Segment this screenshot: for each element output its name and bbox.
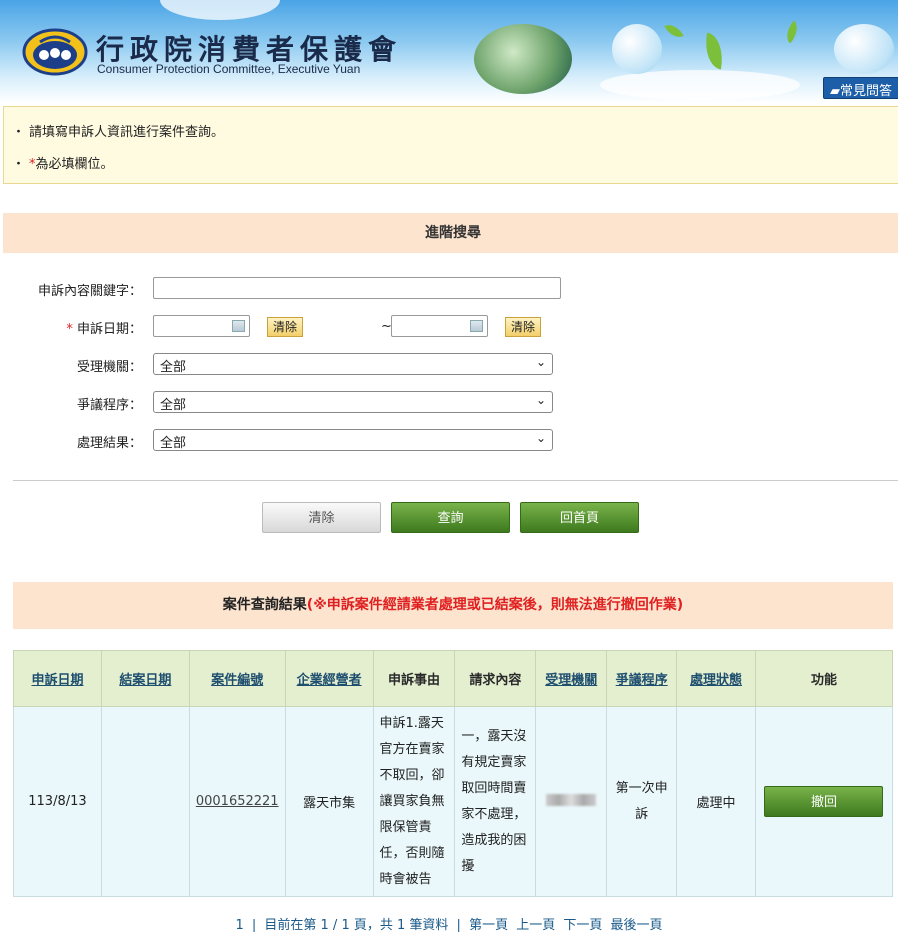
result-filter-label: 處理結果： [76,436,142,451]
clear-date-to-button[interactable]: 清除 [505,317,542,337]
pagination: 1 | 目前在第 1 / 1 頁，共 1 筆資料 | 第一頁 上一頁 下一頁 最… [0,914,898,932]
result-filter-select[interactable]: 全部 ⌄ [153,429,553,451]
bubble-illustration [834,24,894,74]
calendar-icon[interactable] [232,320,245,332]
notice-text: 為必填欄位。 [35,157,114,172]
calendar-icon[interactable] [470,320,483,332]
table-row: 113/8/13 0001652221 露天市集 申訴1.露天官方在賣家不取回，… [13,706,894,897]
col-reason: 申訴事由 [372,650,456,707]
pager-info: 目前在第 1 / 1 頁，共 1 筆資料 [264,918,449,932]
results-title: 案件查詢結果 [222,597,307,613]
cell-reason: 申訴1.露天官方在賣家不取回，卻讓買家負無限保管責任，否則隨時會被告 [372,706,456,897]
agency-selected: 全部 [160,360,187,375]
col-business[interactable]: 企業經營者 [284,650,374,707]
leaf-decoration [780,20,804,44]
leaf-decoration [701,32,727,70]
chevron-down-icon: ⌄ [535,393,546,407]
procedure-label: 爭議程序： [76,398,142,413]
site-header: 行政院消費者保護會 Consumer Protection Committee,… [0,0,898,103]
col-procedure[interactable]: 爭議程序 [606,650,678,707]
site-subtitle: Consumer Protection Committee, Executive… [97,62,361,76]
result-filter-selected: 全部 [160,436,187,451]
table-header-row: 申訴日期 結案日期 案件編號 企業經營者 申訴事由 請求內容 受理機關 爭議程序… [13,650,894,707]
sort-link[interactable]: 結案日期 [119,673,171,688]
keyword-row: 申訴內容關鍵字： [0,277,898,301]
next-page-link[interactable]: 下一頁 [563,918,602,932]
advanced-search-title: 進階搜尋 [3,213,898,253]
first-page-link[interactable]: 第一頁 [469,918,508,932]
sort-link[interactable]: 爭議程序 [616,673,668,688]
query-button[interactable]: 查詢 [391,502,510,533]
leaf-decoration [664,20,684,42]
procedure-row: 爭議程序： 全部 ⌄ [0,391,898,415]
results-table: 申訴日期 結案日期 案件編號 企業經營者 申訴事由 請求內容 受理機關 爭議程序… [13,650,894,897]
home-button[interactable]: 回首頁 [520,502,639,533]
chevron-down-icon: ⌄ [535,431,546,445]
cell-close-date [100,706,190,897]
cell-complaint-date: 113/8/13 [13,706,102,897]
cell-case-no: 0001652221 [188,706,286,897]
pager-separator: | [456,918,461,932]
col-agency[interactable]: 受理機關 [535,650,608,707]
cell-request: 一，露天沒有規定賣家取回時間賣家不處理，造成我的困擾 [454,706,537,897]
procedure-selected: 全部 [160,398,187,413]
revoke-button[interactable]: 撤回 [764,786,884,817]
clear-date-from-button[interactable]: 清除 [267,317,304,337]
col-close-date[interactable]: 結案日期 [100,650,190,707]
col-complaint-date[interactable]: 申訴日期 [13,650,102,707]
cell-status: 處理中 [676,706,756,897]
results-warning: (※申訴案件經請業者處理或已結案後，則無法進行撤回作業) [306,597,684,613]
faq-label: 常見問答 [840,84,893,99]
sort-link[interactable]: 申訴日期 [31,673,83,688]
sort-link[interactable]: 受理機關 [545,673,597,688]
case-number-link[interactable]: 0001652221 [196,794,279,809]
notice-line: *為必填欄位。 [28,153,898,172]
cell-function: 撤回 [754,706,894,897]
redacted-agency [546,793,597,806]
col-case-no[interactable]: 案件編號 [188,650,286,707]
cell-business: 露天市集 [284,706,374,897]
chat-icon: ▰ [830,84,840,99]
date-label-text: 申訴日期： [76,322,142,337]
col-function: 功能 [754,650,894,707]
notice-line: 請填寫申訴人資訊進行案件查詢。 [28,121,898,140]
cpc-logo-icon[interactable] [22,28,88,76]
date-row: * 申訴日期： 清除 ~ 清除 [0,315,898,339]
date-to-input[interactable] [391,315,488,337]
col-status[interactable]: 處理狀態 [676,650,756,707]
pager-separator: | [251,918,257,932]
agency-label: 受理機關： [76,360,142,375]
cell-procedure: 第一次申訴 [606,706,678,897]
notice-box: 請填寫申訴人資訊進行案件查詢。 *為必填欄位。 [3,106,898,184]
keyword-input[interactable] [153,277,561,299]
sort-link[interactable]: 企業經營者 [297,673,362,688]
faq-button[interactable]: ▰常見問答 [823,77,898,99]
result-filter-row: 處理結果： 全部 ⌄ [0,429,898,453]
last-page-link[interactable]: 最後一頁 [611,918,663,932]
page-link[interactable]: 1 [235,918,243,932]
required-star: * [66,322,73,337]
cloud-decoration [160,0,280,20]
prev-page-link[interactable]: 上一頁 [516,918,555,932]
date-from-input[interactable] [153,315,250,337]
bubble-illustration [612,24,662,74]
divider [13,480,898,481]
date-label: * 申訴日期： [66,318,142,337]
sort-link[interactable]: 案件編號 [211,673,263,688]
keyword-label: 申訴內容關鍵字： [37,284,142,299]
col-request: 請求內容 [454,650,537,707]
results-title-bar: 案件查詢結果(※申訴案件經請業者處理或已結案後，則無法進行撤回作業) [13,582,893,629]
cell-agency [535,706,608,897]
cloud-decoration [600,70,800,100]
clear-button[interactable]: 清除 [262,502,381,533]
procedure-select[interactable]: 全部 ⌄ [153,391,553,413]
globe-illustration [474,24,572,94]
sort-link[interactable]: 處理狀態 [690,673,742,688]
agency-select[interactable]: 全部 ⌄ [153,353,553,375]
agency-row: 受理機關： 全部 ⌄ [0,353,898,377]
chevron-down-icon: ⌄ [535,355,546,369]
